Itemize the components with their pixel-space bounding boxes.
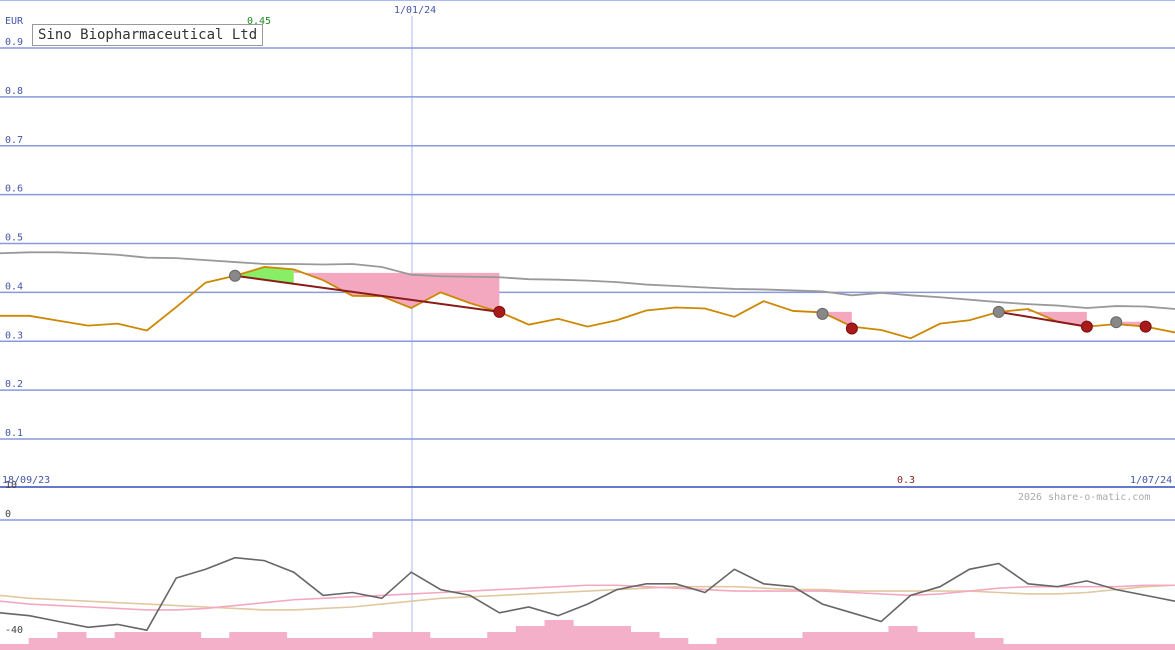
volume-bar xyxy=(859,632,889,650)
buy-marker xyxy=(1110,316,1123,329)
sell-marker xyxy=(1080,320,1093,333)
volume-bar xyxy=(401,632,431,650)
start-date-label: 18/09/23 xyxy=(2,475,50,486)
volume-bar xyxy=(515,626,546,650)
volume-bar xyxy=(0,644,30,650)
buy-marker xyxy=(992,305,1005,318)
y-tick-label: 0.9 xyxy=(5,37,23,48)
volume-bar xyxy=(487,632,517,650)
volume-bar xyxy=(659,638,689,650)
volume-bar xyxy=(143,632,173,650)
y-tick-label: 0.5 xyxy=(5,233,23,244)
volume-bar xyxy=(802,632,832,650)
volume-bar xyxy=(286,638,316,650)
buy-marker xyxy=(229,269,241,282)
volume-bar xyxy=(1089,644,1119,650)
volume-bar xyxy=(630,632,660,650)
loss-fill xyxy=(293,269,500,312)
volume-bar xyxy=(716,638,746,650)
indicator-series-line xyxy=(0,556,1175,632)
price-series-line xyxy=(0,251,1175,310)
volume-bar xyxy=(315,638,345,650)
volume-bar xyxy=(1003,644,1033,650)
volume-bar xyxy=(229,632,259,650)
chart-title: Sino Biopharmaceutical Ltd xyxy=(32,24,264,46)
mid-date-label: 1/01/24 xyxy=(394,5,436,16)
volume-bar xyxy=(573,626,603,650)
y-tick-label: 0.4 xyxy=(5,281,23,292)
y-tick-label: 0.6 xyxy=(5,184,23,195)
volume-bar xyxy=(888,626,918,650)
volume-bar xyxy=(601,626,631,650)
volume-bar xyxy=(171,632,202,650)
volume-bar xyxy=(372,632,402,650)
y-tick-label: 0.2 xyxy=(5,379,23,390)
buy-marker xyxy=(816,307,829,320)
sell-marker xyxy=(845,322,858,335)
volume-bar xyxy=(1060,644,1090,650)
y-tick-label: 0.7 xyxy=(5,135,23,146)
volume-bar xyxy=(257,632,288,650)
volume-bar xyxy=(1117,644,1147,650)
volume-bar xyxy=(343,638,374,650)
volume-bar xyxy=(200,638,230,650)
volume-bar xyxy=(773,638,803,650)
currency-label: EUR xyxy=(5,16,24,27)
copyright-label: 2026 share-o-matic.com xyxy=(1018,492,1150,503)
indicator-tick-label: -40 xyxy=(5,625,23,636)
volume-bar xyxy=(687,644,717,650)
volume-bar xyxy=(831,632,861,650)
volume-bar xyxy=(745,638,775,650)
volume-bar xyxy=(28,638,58,650)
indicator-tick-label: 0 xyxy=(5,509,11,520)
price-grid: 0.10.20.30.40.50.60.70.80.9100-40 xyxy=(0,37,1175,636)
volume-bar xyxy=(429,638,460,650)
end-date-label: 1/07/24 xyxy=(1130,475,1172,486)
y-tick-label: 0.3 xyxy=(5,330,23,341)
indicator-panel xyxy=(0,556,1175,650)
chart-root: 0.10.20.30.40.50.60.70.80.9100-40 EUR 0.… xyxy=(0,0,1175,650)
volume-bar xyxy=(85,638,116,650)
sell-marker xyxy=(493,305,506,318)
volume-bar xyxy=(974,638,1004,650)
volume-bar xyxy=(57,632,87,650)
y-tick-label: 0.8 xyxy=(5,86,23,97)
y-tick-label: 0.1 xyxy=(5,428,23,439)
volume-bar xyxy=(544,620,574,650)
volume-bar xyxy=(945,632,975,650)
volume-bar xyxy=(114,632,144,650)
volume-bar xyxy=(917,632,947,650)
sell-marker xyxy=(1139,320,1152,333)
volume-bar xyxy=(458,638,488,650)
low-value-label: 0.3 xyxy=(897,475,915,486)
price-series xyxy=(0,251,1175,340)
volume-bar xyxy=(1146,644,1175,650)
volume-bar xyxy=(1031,644,1061,650)
